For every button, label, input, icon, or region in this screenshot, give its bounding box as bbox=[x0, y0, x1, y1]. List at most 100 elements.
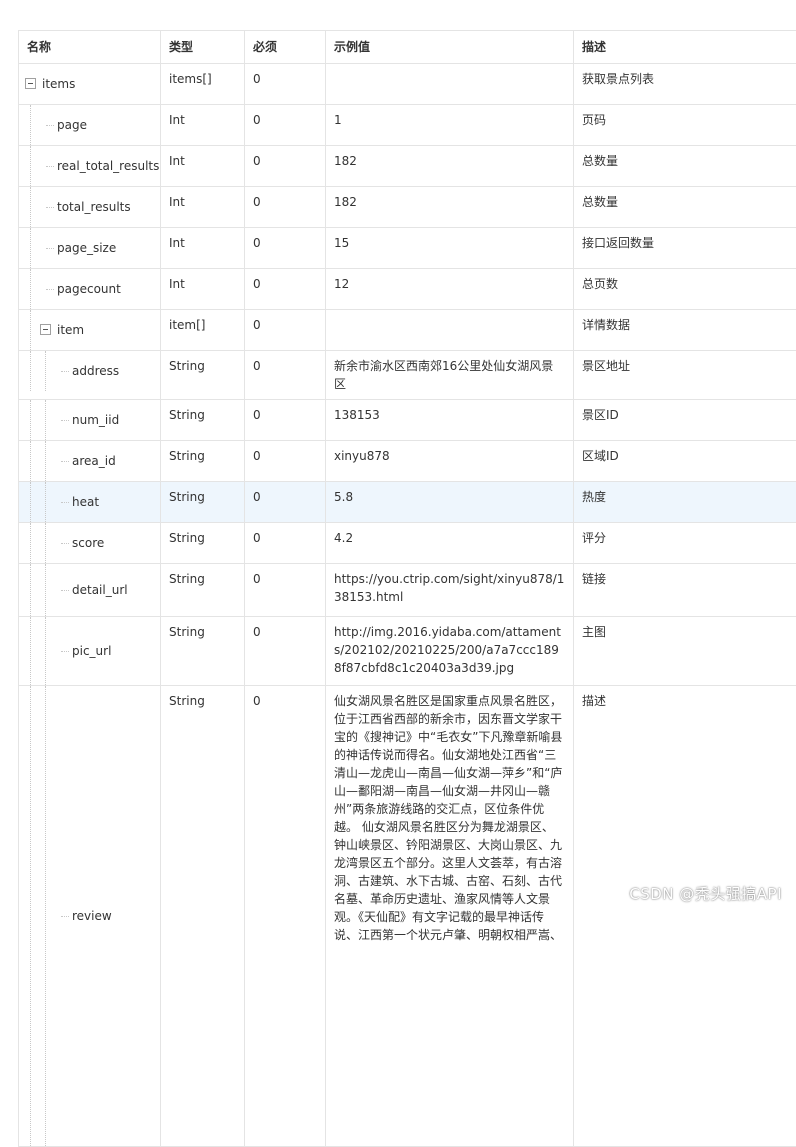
table-row: pagecount Int 0 12 总页数 bbox=[19, 269, 796, 310]
field-name: items bbox=[42, 75, 75, 93]
field-name: page bbox=[57, 116, 87, 134]
header-desc: 描述 bbox=[574, 31, 796, 64]
field-name: detail_url bbox=[72, 581, 128, 599]
field-name: real_total_results bbox=[57, 157, 159, 175]
table-row: page Int 0 1 页码 bbox=[19, 105, 796, 146]
required-cell: 0 bbox=[245, 310, 326, 351]
example-cell: http://img.2016.yidaba.com/attaments/202… bbox=[326, 617, 574, 686]
tree-line bbox=[45, 351, 46, 391]
field-name: page_size bbox=[57, 239, 116, 257]
type-cell: String bbox=[161, 564, 245, 617]
desc-cell: 区域ID bbox=[574, 441, 796, 482]
name-cell: area_id bbox=[19, 441, 161, 482]
tree-line bbox=[61, 543, 69, 544]
tree-line bbox=[46, 248, 54, 249]
tree-line bbox=[61, 461, 69, 462]
tree-line bbox=[45, 686, 46, 1146]
type-cell: Int bbox=[161, 146, 245, 187]
table-row: score String 0 4.2 评分 bbox=[19, 523, 796, 564]
required-cell: 0 bbox=[245, 523, 326, 564]
name-cell: pic_url bbox=[19, 617, 161, 686]
tree-line bbox=[46, 125, 54, 126]
collapse-toggle-icon[interactable] bbox=[40, 324, 51, 335]
desc-cell: 景区ID bbox=[574, 400, 796, 441]
example-cell: 5.8 bbox=[326, 482, 574, 523]
field-name: area_id bbox=[72, 452, 116, 470]
example-cell: 182 bbox=[326, 187, 574, 228]
desc-cell: 总数量 bbox=[574, 146, 796, 187]
field-name: review bbox=[72, 907, 112, 925]
api-table-container: 名称 类型 必须 示例值 描述 items items[] 0 获取景点列表 bbox=[18, 30, 796, 1147]
table-header-row: 名称 类型 必须 示例值 描述 bbox=[19, 31, 796, 64]
required-cell: 0 bbox=[245, 187, 326, 228]
field-name: pagecount bbox=[57, 280, 121, 298]
table-row: page_size Int 0 15 接口返回数量 bbox=[19, 228, 796, 269]
field-name: total_results bbox=[57, 198, 131, 216]
required-cell: 0 bbox=[245, 146, 326, 187]
table-row: items items[] 0 获取景点列表 bbox=[19, 64, 796, 105]
name-cell: page bbox=[19, 105, 161, 146]
collapse-toggle-icon[interactable] bbox=[25, 78, 36, 89]
tree-line bbox=[30, 617, 31, 685]
name-cell: real_total_results bbox=[19, 146, 161, 187]
tree-line bbox=[61, 371, 69, 372]
required-cell: 0 bbox=[245, 686, 326, 1147]
tree-line bbox=[30, 523, 31, 563]
desc-cell: 景区地址 bbox=[574, 351, 796, 400]
required-cell: 0 bbox=[245, 441, 326, 482]
type-cell: String bbox=[161, 523, 245, 564]
type-cell: Int bbox=[161, 228, 245, 269]
header-name: 名称 bbox=[19, 31, 161, 64]
tree-line bbox=[30, 441, 31, 481]
tree-line bbox=[45, 523, 46, 563]
required-cell: 0 bbox=[245, 64, 326, 105]
type-cell: String bbox=[161, 400, 245, 441]
example-cell: 仙女湖风景名胜区是国家重点风景名胜区，位于江西省西部的新余市，因东晋文学家干宝的… bbox=[326, 686, 574, 1147]
required-cell: 0 bbox=[245, 105, 326, 146]
desc-cell: 页码 bbox=[574, 105, 796, 146]
example-cell: 1 bbox=[326, 105, 574, 146]
desc-cell: 总页数 bbox=[574, 269, 796, 310]
tree-line bbox=[30, 187, 31, 227]
example-cell: 4.2 bbox=[326, 523, 574, 564]
name-cell: detail_url bbox=[19, 564, 161, 617]
name-cell: address bbox=[19, 351, 161, 400]
desc-cell: 链接 bbox=[574, 564, 796, 617]
header-type: 类型 bbox=[161, 31, 245, 64]
type-cell: String bbox=[161, 441, 245, 482]
tree-line bbox=[61, 651, 69, 652]
required-cell: 0 bbox=[245, 400, 326, 441]
header-example: 示例值 bbox=[326, 31, 574, 64]
name-cell: total_results bbox=[19, 187, 161, 228]
table-row-highlighted: heat String 0 5.8 热度 bbox=[19, 482, 796, 523]
tree-line bbox=[30, 686, 31, 1146]
table-row: real_total_results Int 0 182 总数量 bbox=[19, 146, 796, 187]
name-cell: items bbox=[19, 64, 161, 105]
tree-line bbox=[30, 400, 31, 440]
field-name: score bbox=[72, 534, 104, 552]
field-name: pic_url bbox=[72, 642, 111, 660]
desc-cell: 接口返回数量 bbox=[574, 228, 796, 269]
name-cell: num_iid bbox=[19, 400, 161, 441]
example-cell bbox=[326, 310, 574, 351]
tree-line bbox=[45, 617, 46, 685]
example-cell: https://you.ctrip.com/sight/xinyu878/138… bbox=[326, 564, 574, 617]
name-cell: score bbox=[19, 523, 161, 564]
tree-line bbox=[30, 269, 31, 309]
name-cell: heat bbox=[19, 482, 161, 523]
tree-line bbox=[45, 564, 46, 616]
desc-cell: 获取景点列表 bbox=[574, 64, 796, 105]
desc-cell: 评分 bbox=[574, 523, 796, 564]
tree-line bbox=[61, 420, 69, 421]
table-row: address String 0 新余市渝水区西南郊16公里处仙女湖风景区 景区… bbox=[19, 351, 796, 400]
example-cell: 138153 bbox=[326, 400, 574, 441]
desc-cell: 描述 bbox=[574, 686, 796, 1147]
type-cell: String bbox=[161, 351, 245, 400]
required-cell: 0 bbox=[245, 617, 326, 686]
tree-line bbox=[61, 590, 69, 591]
required-cell: 0 bbox=[245, 351, 326, 400]
field-name: num_iid bbox=[72, 411, 119, 429]
tree-line bbox=[30, 228, 31, 268]
example-cell bbox=[326, 64, 574, 105]
table-row: pic_url String 0 http://img.2016.yidaba.… bbox=[19, 617, 796, 686]
